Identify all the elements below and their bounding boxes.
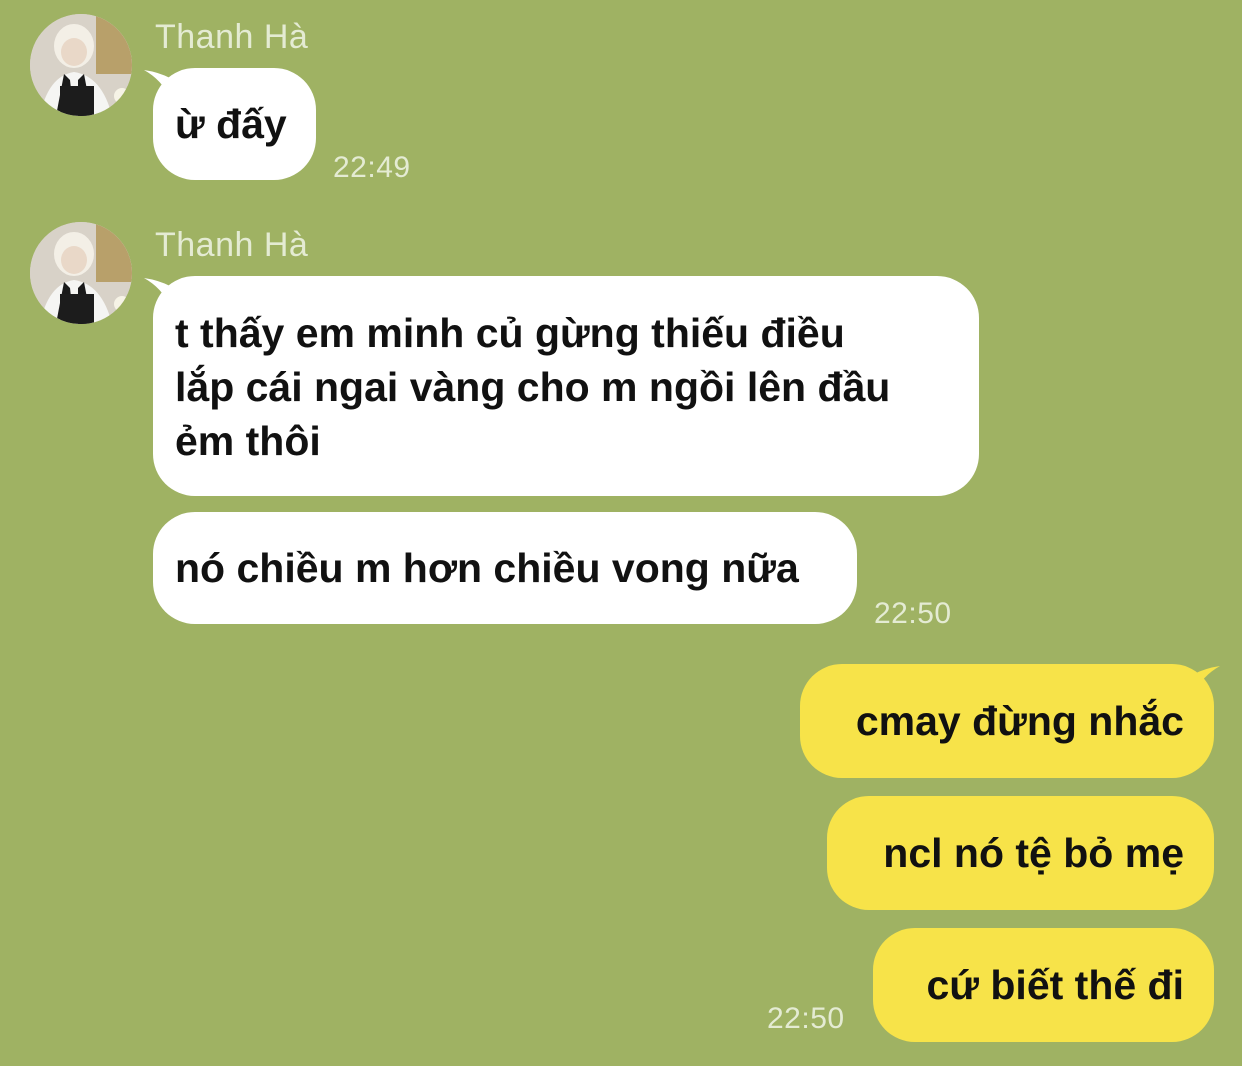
message-bubble[interactable]: ừ đấy [153,68,316,180]
message-time: 22:50 [874,597,952,630]
chat-area: Thanh Hà ừ đấy 22:49 Thanh Hà t thấy em … [0,0,1242,1066]
sender-name: Thanh Hà [155,226,309,264]
contact-avatar[interactable] [30,222,132,324]
sender-name: Thanh Hà [155,18,309,56]
message-bubble[interactable]: cmay đừng nhắc [800,664,1214,778]
message-bubble[interactable]: ncl nó tệ bỏ mẹ [827,796,1214,910]
message-bubble[interactable]: nó chiều m hơn chiều vong nữa [153,512,857,624]
contact-avatar[interactable] [30,14,132,116]
message-time: 22:49 [333,151,411,184]
message-time: 22:50 [767,1002,845,1035]
message-bubble[interactable]: t thấy em minh củ gừng thiếu điều lắp cá… [153,276,979,496]
message-bubble[interactable]: cứ biết thế đi [873,928,1214,1042]
